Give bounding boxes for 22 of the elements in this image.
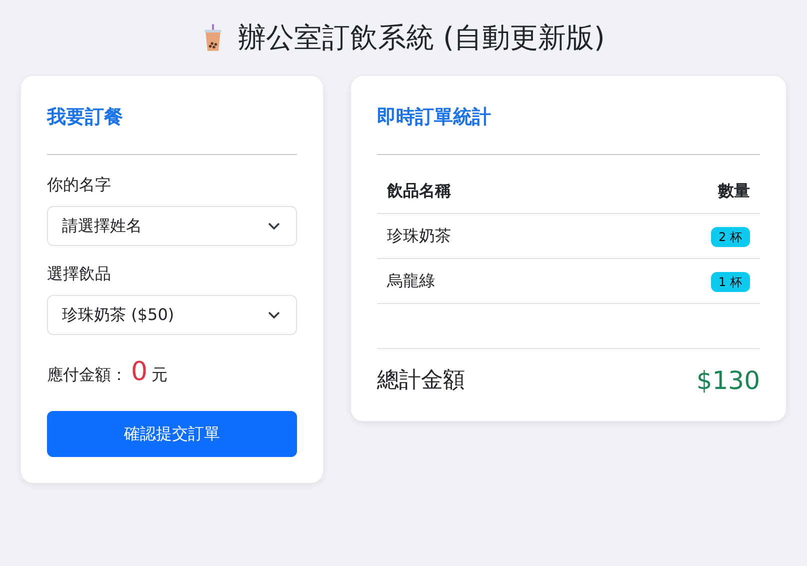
total-value: $130 xyxy=(696,366,760,394)
chevron-down-icon xyxy=(268,222,280,230)
field-label: 選擇飲品 xyxy=(47,264,112,285)
amount-label: 應付金額： xyxy=(47,365,127,386)
table-cell: 烏龍綠 xyxy=(377,258,602,304)
total-label: 總計金額 xyxy=(377,367,465,395)
card-heading: 我要訂餐 xyxy=(47,105,124,130)
chevron-down-icon xyxy=(268,311,280,319)
card-heading: 即時訂單統計 xyxy=(377,105,492,130)
field-label: 你的名字 xyxy=(47,175,112,196)
table-cell: 珍珠奶茶 xyxy=(377,214,602,258)
count-badge: 1 杯 xyxy=(710,272,750,292)
column-header: 飲品名稱 xyxy=(377,169,602,214)
submit-button[interactable]: 確認提交訂單 xyxy=(47,411,297,457)
page-title: 辦公室訂飲系統 (自動更新版) xyxy=(238,20,605,56)
amount-value: 0 xyxy=(131,357,148,387)
bubble-tea-icon xyxy=(202,24,224,52)
amount-unit: 元 xyxy=(152,365,168,386)
name-select[interactable]: 請選擇姓名 xyxy=(47,206,297,246)
column-header: 數量 xyxy=(601,169,760,214)
count-badge: 2 杯 xyxy=(710,227,750,247)
drink-select[interactable]: 珍珠奶茶 ($50) xyxy=(47,295,297,335)
